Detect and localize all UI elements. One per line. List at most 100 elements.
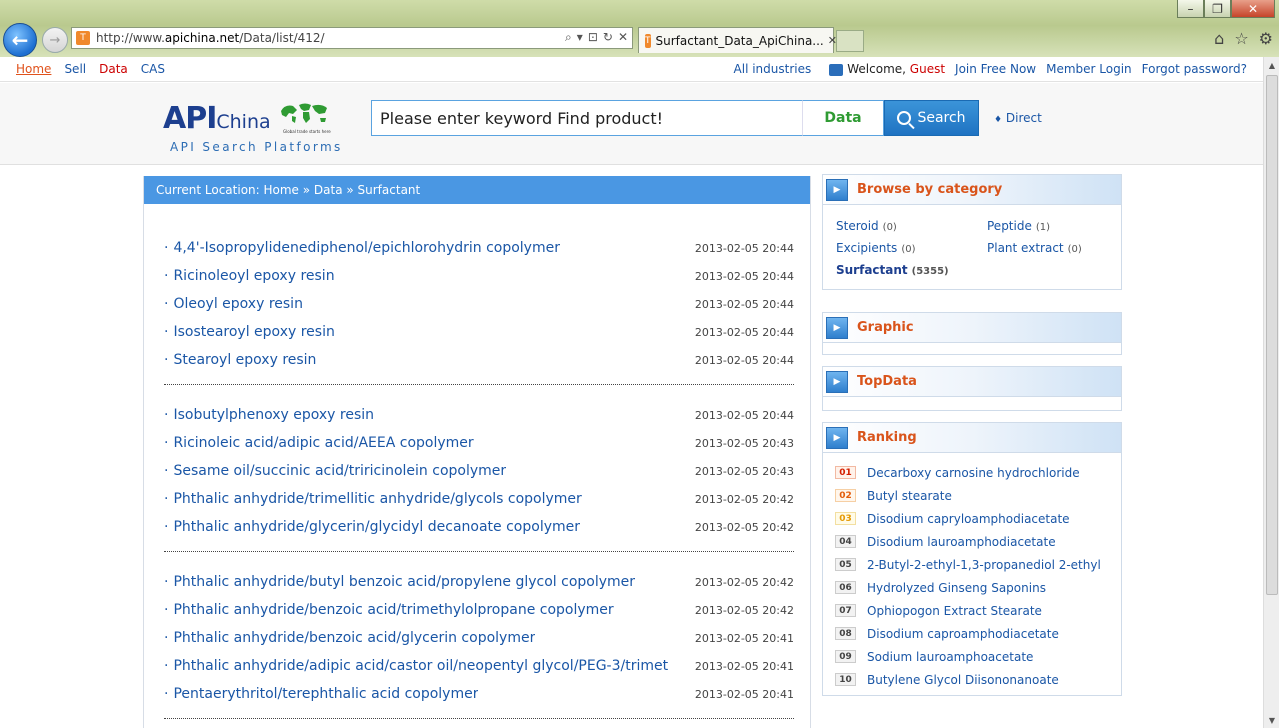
nav-home-link[interactable]: Home — [16, 62, 51, 76]
category-count: (5355) — [911, 266, 949, 277]
page-scrollbar[interactable]: ▲ ▼ — [1263, 57, 1279, 728]
ranking-item-link[interactable]: Disodium lauroamphodiacetate — [867, 535, 1056, 549]
section-arrow-icon: ▶ — [826, 178, 848, 201]
ranking-item-link[interactable]: Disodium capryloamphodiacetate — [867, 512, 1070, 526]
search-button[interactable]: Search — [884, 100, 979, 136]
compatibility-view-icon[interactable]: ⊡ — [588, 30, 598, 45]
list-item-date: 2013-02-05 20:43 — [694, 436, 794, 450]
browse-by-category-box: ▶ Browse by category Steroid (0) Peptide (1… — [822, 174, 1122, 290]
list-group: 4,4'-Isopropylidenediphenol/epichlorohyd… — [164, 204, 794, 385]
join-free-link[interactable]: Join Free Now — [955, 62, 1036, 76]
list-item-title-link[interactable]: Ricinoleic acid/adipic acid/AEEA copolym… — [164, 435, 473, 451]
category-item[interactable]: Excipients (0) — [836, 241, 987, 255]
minimize-button[interactable]: – — [1177, 0, 1204, 18]
category-name[interactable]: Excipients — [836, 241, 897, 255]
member-login-link[interactable]: Member Login — [1046, 62, 1132, 76]
tools-gear-icon[interactable]: ⚙ — [1259, 29, 1273, 48]
list-item-title-link[interactable]: Isostearoyl epoxy resin — [164, 324, 334, 340]
ranking-number-badge: 10 — [835, 673, 856, 686]
nav-sell-link[interactable]: Sell — [64, 62, 86, 76]
tab-title: Surfactant_Data_ApiChina... — [655, 33, 824, 48]
ranking-item-link[interactable]: Sodium lauroamphoacetate — [867, 650, 1033, 664]
maximize-button[interactable]: ❐ — [1204, 0, 1231, 18]
favorites-star-icon[interactable]: ☆ — [1234, 29, 1248, 48]
list-item-title-link[interactable]: Phthalic anhydride/butyl benzoic acid/pr… — [164, 574, 635, 590]
list-item-date: 2013-02-05 20:44 — [694, 297, 794, 311]
list-item: 4,4'-Isopropylidenediphenol/epichlorohyd… — [164, 234, 794, 262]
search-input[interactable]: Please enter keyword Find product! — [371, 100, 803, 136]
ranking-item-link[interactable]: Hydrolyzed Ginseng Saponins — [867, 581, 1046, 595]
ranking-item: 03 Disodium capryloamphodiacetate — [835, 507, 1121, 530]
category-name[interactable]: Peptide — [987, 219, 1032, 233]
category-name[interactable]: Steroid — [836, 219, 879, 233]
ranking-item-link[interactable]: Butyl stearate — [867, 489, 952, 503]
search-type-select[interactable]: Data — [802, 100, 884, 136]
list-item-title-link[interactable]: Stearoyl epoxy resin — [164, 352, 316, 368]
browser-tab-active[interactable]: T Surfactant_Data_ApiChina... ✕ — [638, 27, 837, 53]
address-bar[interactable]: T http://www.apichina.net/Data/list/412/… — [71, 27, 633, 49]
ranking-item-link[interactable]: Disodium caproamphodiacetate — [867, 627, 1059, 641]
scroll-up-icon[interactable]: ▲ — [1264, 57, 1279, 73]
scrollbar-thumb[interactable] — [1266, 75, 1278, 595]
breadcrumb: Current Location: Home » Data » Surfacta… — [144, 176, 810, 204]
list-item-title-link[interactable]: Isobutylphenoxy epoxy resin — [164, 407, 374, 423]
stop-icon[interactable]: ✕ — [618, 30, 628, 45]
list-item-title-link[interactable]: Phthalic anhydride/benzoic acid/trimethy… — [164, 602, 613, 618]
ranking-item-link[interactable]: Butylene Glycol Diisononanoate — [867, 673, 1059, 687]
new-tab-button[interactable] — [836, 30, 864, 52]
ranking-number-badge: 09 — [835, 650, 856, 663]
list-item-date: 2013-02-05 20:41 — [694, 659, 794, 673]
list-item-title-link[interactable]: 4,4'-Isopropylidenediphenol/epichlorohyd… — [164, 240, 560, 256]
topdata-header[interactable]: ▶ TopData — [823, 367, 1121, 397]
list-item-title-link[interactable]: Phthalic anhydride/adipic acid/castor oi… — [164, 658, 668, 674]
forward-button[interactable]: → — [42, 27, 68, 53]
ranking-list: 01 Decarboxy carnosine hydrochloride 02 But… — [823, 453, 1121, 695]
list-item-title-link[interactable]: Phthalic anhydride/benzoic acid/glycerin… — [164, 630, 535, 646]
category-name[interactable]: Surfactant — [836, 263, 908, 277]
world-map-icon — [281, 103, 327, 123]
direct-link[interactable]: ♦ Direct — [994, 111, 1042, 125]
list-item-title-link[interactable]: Pentaerythritol/terephthalic acid copoly… — [164, 686, 478, 702]
category-count: (0) — [882, 222, 897, 233]
ranking-item-link[interactable]: 2-Butyl-2-ethyl-1,3-propanediol 2-ethyl — [867, 558, 1101, 572]
category-item[interactable]: Steroid (0) — [836, 219, 987, 233]
tab-favicon-icon: T — [645, 33, 651, 48]
nav-data-link[interactable]: Data — [99, 62, 128, 76]
ranking-item: 08 Disodium caproamphodiacetate — [835, 622, 1121, 645]
list-item-title-link[interactable]: Phthalic anhydride/glycerin/glycidyl dec… — [164, 519, 580, 535]
data-list: 4,4'-Isopropylidenediphenol/epichlorohyd… — [144, 204, 810, 719]
category-item[interactable]: Peptide (1) — [987, 219, 1127, 233]
category-name[interactable]: Plant extract — [987, 241, 1064, 255]
nav-cas-link[interactable]: CAS — [141, 62, 165, 76]
section-arrow-icon: ▶ — [826, 316, 848, 339]
list-item: Oleoyl epoxy resin 2013-02-05 20:44 — [164, 290, 794, 318]
search-icon[interactable]: ⌕ — [565, 30, 572, 45]
list-item-title-link[interactable]: Ricinoleoyl epoxy resin — [164, 268, 334, 284]
section-arrow-icon: ▶ — [826, 426, 848, 449]
direct-arrow-icon: ♦ — [994, 115, 1003, 125]
ranking-item-link[interactable]: Ophiopogon Extract Stearate — [867, 604, 1042, 618]
list-item-date: 2013-02-05 20:44 — [694, 353, 794, 367]
data-list-panel: Current Location: Home » Data » Surfacta… — [143, 176, 811, 728]
list-item-title-link[interactable]: Sesame oil/succinic acid/triricinolein c… — [164, 463, 506, 479]
ranking-item-link[interactable]: Decarboxy carnosine hydrochloride — [867, 466, 1080, 480]
graphic-header[interactable]: ▶ Graphic — [823, 313, 1121, 343]
list-item-title-link[interactable]: Oleoyl epoxy resin — [164, 296, 303, 312]
close-window-button[interactable]: ✕ — [1231, 0, 1275, 18]
browser-chrome: – ❐ ✕ ← → T http://www.apichina.net/Data… — [0, 0, 1279, 57]
forgot-password-link[interactable]: Forgot password? — [1142, 62, 1247, 76]
refresh-icon[interactable]: ↻ — [603, 30, 613, 45]
dropdown-icon[interactable]: ▾ — [577, 30, 583, 45]
category-item[interactable]: Plant extract (0) — [987, 241, 1127, 255]
list-item-title-link[interactable]: Phthalic anhydride/trimellitic anhydride… — [164, 491, 581, 507]
site-logo[interactable]: APIChina Global trade starts here — [163, 101, 331, 136]
home-icon[interactable]: ⌂ — [1214, 29, 1224, 48]
ranking-item: 04 Disodium lauroamphodiacetate — [835, 530, 1121, 553]
scroll-down-icon[interactable]: ▼ — [1264, 712, 1279, 728]
category-item[interactable]: Surfactant (5355) — [836, 263, 987, 277]
list-item-date: 2013-02-05 20:43 — [694, 464, 794, 478]
back-button[interactable]: ← — [3, 23, 37, 57]
list-item-date: 2013-02-05 20:44 — [694, 325, 794, 339]
all-industries-link[interactable]: All industries — [734, 62, 812, 76]
address-url[interactable]: http://www.apichina.net/Data/list/412/ — [96, 31, 325, 45]
